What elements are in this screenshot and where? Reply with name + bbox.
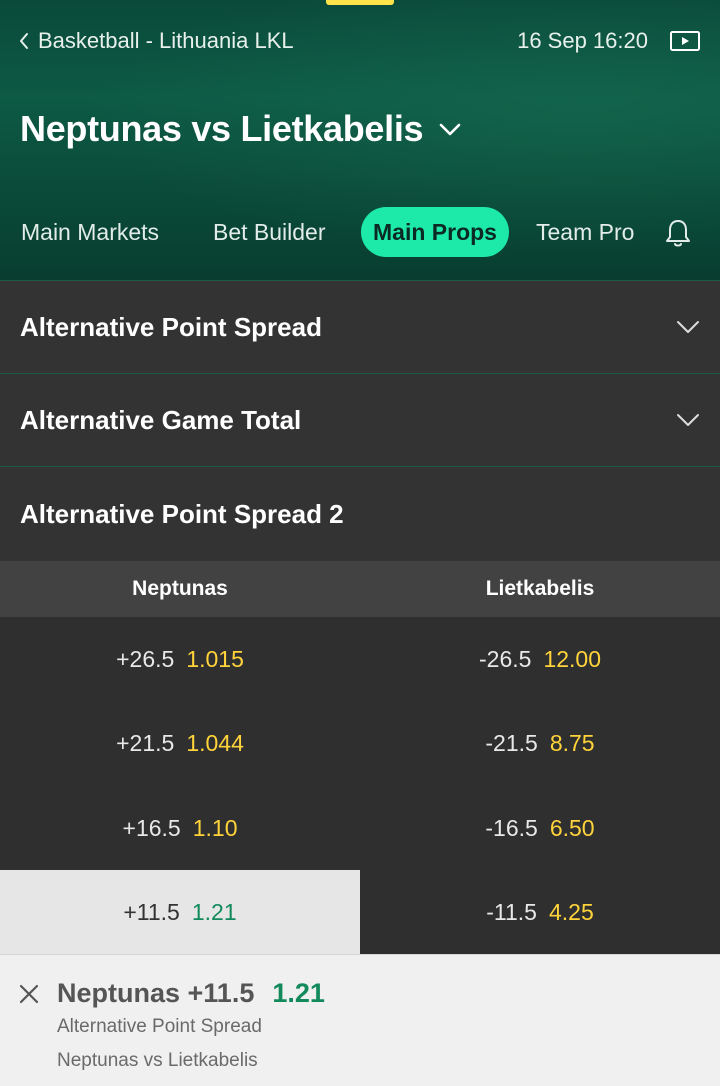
- odds-button-away[interactable]: -16.5 6.50: [360, 786, 720, 870]
- event-time-group: 16 Sep 16:20: [517, 28, 700, 54]
- chevron-down-icon[interactable]: [437, 116, 463, 142]
- section-title[interactable]: Alternative Point Spread: [20, 312, 322, 343]
- tab-team-props[interactable]: Team Pro: [536, 207, 636, 257]
- odds-button-away[interactable]: -26.5 12.00: [360, 617, 720, 701]
- odds-price: 1.044: [186, 729, 244, 756]
- odds-button-home[interactable]: +21.5 1.044: [0, 701, 360, 785]
- odds-row: +21.5 1.044 -21.5 8.75: [0, 701, 720, 785]
- column-header-home: Neptunas: [132, 577, 228, 600]
- section-title[interactable]: Alternative Game Total: [20, 405, 301, 436]
- handicap-line: +26.5: [116, 645, 175, 672]
- handicap-line: +11.5: [123, 898, 180, 925]
- odds-row: +16.5 1.10 -16.5 6.50: [0, 786, 720, 870]
- back-icon[interactable]: [18, 32, 30, 50]
- odds-button-home[interactable]: +26.5 1.015: [0, 617, 360, 701]
- section-alternative-point-spread[interactable]: Alternative Point Spread: [0, 280, 720, 373]
- odds-button-home-selected[interactable]: +11.5 1.21: [0, 870, 360, 954]
- tab-main-props[interactable]: Main Props: [361, 207, 509, 257]
- market-tabs: Main Markets Bet Builder Main Props Team…: [0, 206, 720, 258]
- betslip-event: Neptunas vs Lietkabelis: [57, 1050, 258, 1071]
- odds-price: 12.00: [543, 645, 601, 672]
- bell-icon[interactable]: [664, 218, 692, 248]
- betslip-selection-row[interactable]: Neptunas +11.5 1.21: [57, 974, 325, 1012]
- breadcrumb-label[interactable]: Basketball - Lithuania LKL: [38, 28, 294, 54]
- odds-column-headers: Neptunas Lietkabelis: [0, 561, 720, 617]
- odds-price: 6.50: [549, 814, 595, 841]
- odds-price: 1.015: [186, 645, 244, 672]
- section-title[interactable]: Alternative Point Spread 2: [20, 499, 344, 530]
- odds-price: 1.21: [191, 898, 237, 925]
- handicap-line: -26.5: [479, 645, 532, 672]
- tab-bet-builder[interactable]: Bet Builder: [213, 207, 326, 257]
- odds-price: 8.75: [549, 729, 595, 756]
- handicap-line: -11.5: [486, 898, 537, 925]
- section-alternative-point-spread-2[interactable]: Alternative Point Spread 2: [0, 466, 720, 561]
- match-title-row[interactable]: Neptunas vs Lietkabelis: [20, 104, 463, 154]
- chevron-down-icon[interactable]: [676, 320, 700, 334]
- event-datetime: 16 Sep 16:20: [517, 28, 648, 53]
- betslip-market: Alternative Point Spread: [57, 1016, 262, 1037]
- odds-button-away[interactable]: -11.5 4.25: [360, 870, 720, 954]
- handicap-line: -21.5: [485, 729, 538, 756]
- odds-button-away[interactable]: -21.5 8.75: [360, 701, 720, 785]
- handicap-line: -16.5: [485, 814, 538, 841]
- chevron-down-icon[interactable]: [676, 413, 700, 427]
- top-drag-indicator: [326, 0, 394, 5]
- column-header-away: Lietkabelis: [485, 577, 595, 600]
- tv-icon[interactable]: [670, 31, 700, 51]
- tab-main-markets[interactable]: Main Markets: [21, 207, 159, 257]
- odds-price: 4.25: [548, 898, 594, 925]
- odds-button-home[interactable]: +16.5 1.10: [0, 786, 360, 870]
- betslip-selection: Neptunas +11.5: [57, 977, 255, 1008]
- breadcrumb[interactable]: Basketball - Lithuania LKL: [18, 28, 294, 54]
- betslip-price: 1.21: [272, 977, 325, 1008]
- odds-price: 1.10: [192, 814, 238, 841]
- odds-row: +26.5 1.015 -26.5 12.00: [0, 617, 720, 701]
- odds-row: +11.5 1.21 -11.5 4.25: [0, 870, 720, 954]
- breadcrumb-row: Basketball - Lithuania LKL 16 Sep 16:20: [0, 24, 720, 58]
- close-icon[interactable]: [18, 983, 40, 1005]
- handicap-line: +21.5: [116, 729, 175, 756]
- section-alternative-game-total[interactable]: Alternative Game Total: [0, 373, 720, 466]
- match-title[interactable]: Neptunas vs Lietkabelis: [20, 108, 424, 150]
- handicap-line: +16.5: [122, 814, 181, 841]
- event-header: Basketball - Lithuania LKL 16 Sep 16:20 …: [0, 0, 720, 280]
